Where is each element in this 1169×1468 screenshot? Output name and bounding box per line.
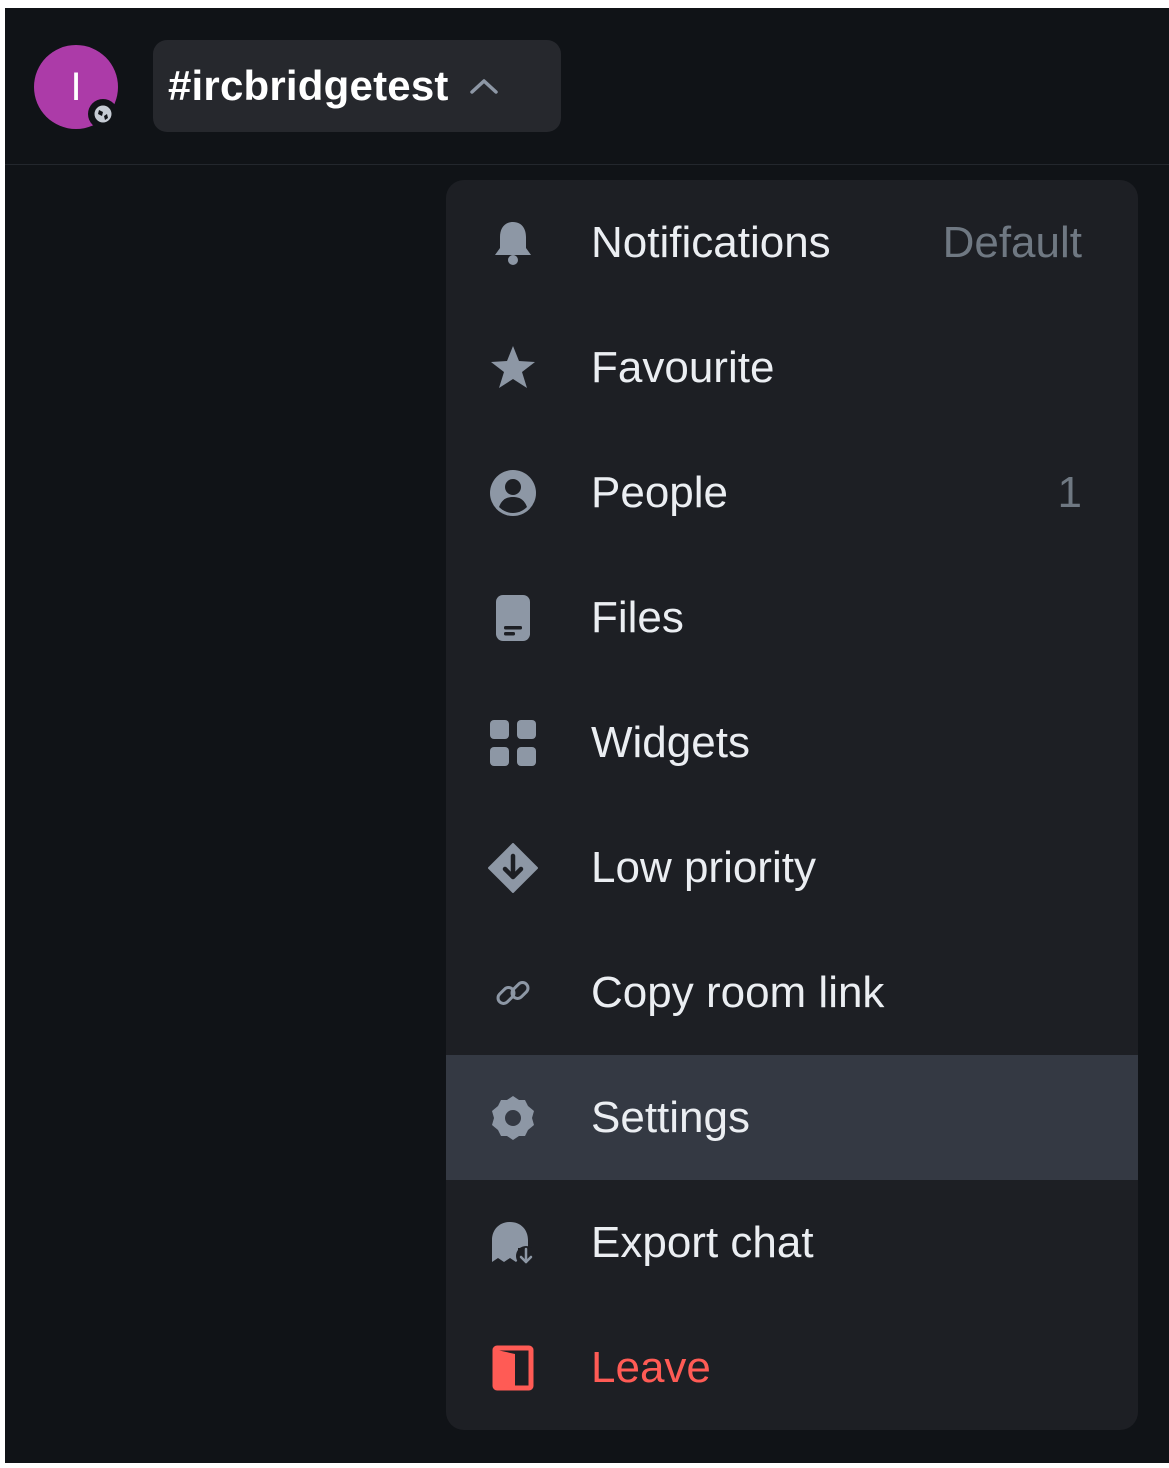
menu-item-label: Settings <box>591 1093 750 1142</box>
menu-item-label: Copy room link <box>591 968 885 1017</box>
file-icon <box>488 593 538 643</box>
menu-item-files[interactable]: Files <box>446 555 1138 680</box>
menu-item-label: Favourite <box>591 343 775 392</box>
notifications-state: Default <box>942 218 1082 267</box>
menu-item-label: Notifications <box>591 218 831 267</box>
menu-item-low-priority[interactable]: Low priority <box>446 805 1138 930</box>
bell-icon <box>488 218 538 268</box>
room-context-menu: Notifications Default Favourite People 1… <box>446 180 1138 1430</box>
room-header: I #ircbridgetest <box>5 8 1169 165</box>
room-view: I #ircbridgetest Notifications Default F… <box>5 8 1169 1463</box>
leave-icon <box>488 1343 538 1393</box>
menu-item-widgets[interactable]: Widgets <box>446 680 1138 805</box>
menu-item-label: People <box>591 468 729 517</box>
menu-item-people[interactable]: People 1 <box>446 430 1138 555</box>
people-count: 1 <box>1057 468 1082 517</box>
menu-item-notifications[interactable]: Notifications Default <box>446 180 1138 305</box>
low-priority-icon <box>488 843 538 893</box>
link-icon <box>488 968 538 1018</box>
avatar-letter: I <box>70 65 82 109</box>
widgets-icon <box>488 718 538 768</box>
menu-item-copy-room-link[interactable]: Copy room link <box>446 930 1138 1055</box>
room-name: #ircbridgetest <box>168 62 449 109</box>
user-icon <box>488 468 538 518</box>
menu-item-label: Low priority <box>591 843 816 892</box>
menu-item-settings[interactable]: Settings <box>446 1055 1138 1180</box>
room-name-button[interactable]: #ircbridgetest <box>153 40 561 132</box>
gear-icon <box>488 1093 538 1143</box>
menu-item-label: Export chat <box>591 1218 814 1267</box>
star-icon <box>488 343 538 393</box>
public-room-globe-icon <box>88 99 118 129</box>
menu-item-leave[interactable]: Leave <box>446 1305 1138 1430</box>
menu-item-label: Widgets <box>591 718 750 767</box>
chevron-up-icon <box>469 76 499 96</box>
menu-item-export-chat[interactable]: Export chat <box>446 1180 1138 1305</box>
export-chat-icon <box>488 1218 538 1268</box>
menu-item-favourite[interactable]: Favourite <box>446 305 1138 430</box>
menu-item-label: Files <box>591 593 684 642</box>
menu-item-label: Leave <box>591 1343 711 1392</box>
